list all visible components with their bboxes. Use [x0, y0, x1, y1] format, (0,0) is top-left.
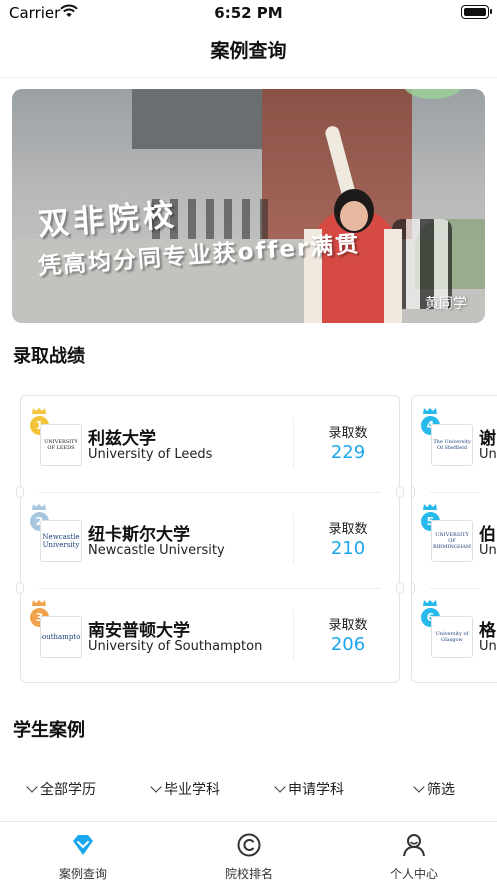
nav-divider — [0, 77, 497, 78]
banner-bg-building — [132, 89, 282, 149]
university-name-cn: 利兹大学 — [88, 429, 156, 449]
diamond-icon — [73, 835, 93, 855]
university-name-en: University of Leeds — [88, 447, 213, 462]
crown-icon — [32, 600, 46, 606]
crown-icon — [32, 504, 46, 510]
admission-count-label: 录取数 — [328, 618, 368, 633]
ranking-row[interactable]: 6 University of Glasgow 格 Un — [412, 588, 497, 682]
ranking-icon — [237, 833, 261, 857]
university-name-cn: 伯 — [479, 525, 496, 545]
battery-icon — [461, 5, 492, 19]
admissions-heading: 录取战绩 — [13, 346, 85, 367]
tab-bar: 案例查询 院校排名 个人中心 — [0, 821, 497, 883]
university-logo: University of Glasgow — [431, 616, 473, 658]
crown-icon — [423, 504, 437, 510]
cases-heading: 学生案例 — [13, 720, 85, 741]
university-logo: Newcastle University — [40, 520, 82, 562]
chevron-down-icon — [26, 781, 38, 793]
filter-more-label: 筛选 — [427, 782, 455, 798]
university-logo: UNIVERSITY OF BIRMINGHAM — [431, 520, 473, 562]
university-name-cn: 谢 — [479, 429, 496, 449]
banner-student-name: 黄同学 — [425, 296, 467, 312]
logo-wordmark: UNIVERSITY OF BIRMINGHAM — [433, 532, 471, 550]
logo-wordmark: The University Of Sheffield — [433, 439, 471, 451]
logo-wordmark: UNIVERSITY OF LEEDS — [44, 439, 78, 451]
university-name-cn: 格 — [479, 621, 496, 641]
profile-icon — [403, 834, 425, 857]
filter-degree-label: 全部学历 — [40, 782, 96, 798]
ranking-row[interactable]: 5 UNIVERSITY OF BIRMINGHAM 伯 Un — [412, 492, 497, 588]
admission-count-label: 录取数 — [328, 522, 368, 537]
university-logo: The University Of Sheffield — [431, 424, 473, 466]
row-separator — [293, 610, 294, 660]
page-title: 案例查询 — [210, 40, 287, 62]
tab-case-query-label: 案例查询 — [58, 867, 107, 881]
row-separator — [293, 418, 294, 468]
university-logo: Southampton — [40, 616, 82, 658]
logo-wordmark: University of Glasgow — [435, 631, 469, 643]
tab-profile[interactable]: 个人中心 — [331, 822, 497, 883]
banner-student-cardigan — [384, 229, 402, 323]
tab-school-ranking-label: 院校排名 — [224, 867, 273, 881]
status-time: 6:52 PM — [214, 4, 283, 22]
filter-application-subject-label: 申请学科 — [288, 782, 344, 798]
admission-count: 229 — [330, 442, 366, 463]
university-name-en: Un — [479, 543, 497, 558]
university-name-en: Newcastle University — [88, 543, 225, 558]
university-name-en: University of Southampton — [88, 639, 263, 654]
filter-application-subject[interactable]: 申请学科 — [274, 779, 344, 799]
chevron-down-icon — [413, 781, 425, 793]
tab-school-ranking[interactable]: 院校排名 — [166, 822, 332, 883]
filter-degree[interactable]: 全部学历 — [26, 779, 96, 799]
filter-graduation-subject-label: 毕业学科 — [164, 782, 220, 798]
university-name-cn: 南安普顿大学 — [88, 621, 190, 641]
crown-icon — [423, 408, 437, 414]
university-name-en: Un — [479, 447, 497, 462]
ranking-row[interactable]: 1 UNIVERSITY OF LEEDS 利兹大学 University of… — [21, 396, 399, 492]
crown-icon — [32, 408, 46, 414]
admission-count: 206 — [330, 634, 366, 655]
crown-icon — [423, 600, 437, 606]
row-separator — [293, 514, 294, 564]
university-logo: UNIVERSITY OF LEEDS — [40, 424, 82, 466]
chevron-down-icon — [274, 781, 286, 793]
university-name-en: Un — [479, 639, 497, 654]
ranking-row[interactable]: 3 Southampton 南安普顿大学 University of South… — [21, 588, 399, 684]
status-bar: Carrier 6:52 PM — [0, 0, 497, 26]
chevron-down-icon — [150, 781, 162, 793]
admission-count-label: 录取数 — [328, 426, 368, 441]
admission-count: 210 — [330, 538, 366, 559]
tab-case-query[interactable]: 案例查询 — [0, 822, 166, 883]
ranking-row[interactable]: 4 The University Of Sheffield 谢 Un — [412, 396, 497, 492]
ranking-card: 1 UNIVERSITY OF LEEDS 利兹大学 University of… — [16, 395, 404, 684]
banner-balloon — [403, 89, 463, 99]
ranking-card: 4 The University Of Sheffield 谢 Un 5 UNI… — [411, 395, 497, 683]
filter-more[interactable]: 筛选 — [413, 779, 455, 799]
filter-graduation-subject[interactable]: 毕业学科 — [150, 779, 220, 799]
tab-profile-label: 个人中心 — [389, 867, 438, 881]
promo-banner[interactable]: 双非院校 凭高均分同专业获offer满贯 黄同学 — [12, 89, 485, 323]
logo-wordmark: Newcastle University — [42, 533, 80, 549]
ranking-row[interactable]: 2 Newcastle University 纽卡斯尔大学 Newcastle … — [21, 492, 399, 588]
logo-wordmark: Southampton — [41, 633, 81, 641]
university-name-cn: 纽卡斯尔大学 — [88, 525, 190, 545]
